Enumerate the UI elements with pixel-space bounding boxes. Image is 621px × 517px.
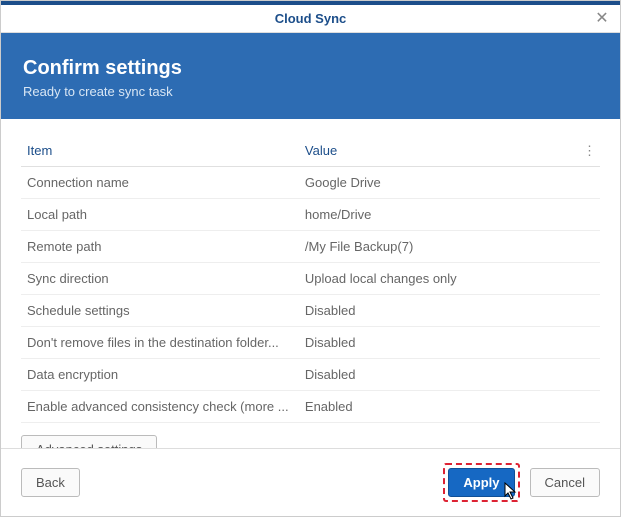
dialog-window: Cloud Sync ✕ Confirm settings Ready to c… [0, 0, 621, 517]
table-row: Data encryption Disabled [21, 359, 600, 391]
cancel-button[interactable]: Cancel [530, 468, 600, 497]
setting-value: Disabled [299, 295, 600, 327]
settings-table: Item Value ⋮ Connection name Google Driv… [21, 135, 600, 423]
table-row: Connection name Google Drive [21, 167, 600, 199]
footer: Back Apply Cancel [1, 448, 620, 516]
setting-value: Upload local changes only [299, 263, 600, 295]
header-subtitle: Ready to create sync task [23, 84, 598, 99]
setting-item: Enable advanced consistency check (more … [21, 391, 299, 423]
setting-item: Remote path [21, 231, 299, 263]
back-button[interactable]: Back [21, 468, 80, 497]
titlebar-title: Cloud Sync [275, 11, 347, 26]
setting-value: home/Drive [299, 199, 600, 231]
setting-value: Disabled [299, 327, 600, 359]
column-header-value[interactable]: Value ⋮ [299, 135, 600, 167]
setting-item: Schedule settings [21, 295, 299, 327]
advanced-settings-button[interactable]: Advanced settings [21, 435, 157, 448]
setting-item: Local path [21, 199, 299, 231]
table-row: Remote path /My File Backup(7) [21, 231, 600, 263]
column-header-value-label: Value [305, 143, 337, 158]
setting-value: Enabled [299, 391, 600, 423]
column-menu-icon[interactable]: ⋮ [583, 143, 596, 159]
apply-highlight: Apply [443, 463, 519, 502]
setting-value: /My File Backup(7) [299, 231, 600, 263]
column-header-item[interactable]: Item [21, 135, 299, 167]
table-row: Schedule settings Disabled [21, 295, 600, 327]
close-icon[interactable]: ✕ [594, 11, 610, 27]
setting-value: Disabled [299, 359, 600, 391]
table-row: Sync direction Upload local changes only [21, 263, 600, 295]
table-row: Enable advanced consistency check (more … [21, 391, 600, 423]
apply-button[interactable]: Apply [448, 468, 514, 497]
setting-item: Don't remove files in the destination fo… [21, 327, 299, 359]
content-area: Item Value ⋮ Connection name Google Driv… [1, 119, 620, 448]
advanced-row: Advanced settings [21, 423, 600, 448]
setting-item: Connection name [21, 167, 299, 199]
header: Confirm settings Ready to create sync ta… [1, 33, 620, 119]
table-row: Don't remove files in the destination fo… [21, 327, 600, 359]
setting-value: Google Drive [299, 167, 600, 199]
setting-item: Data encryption [21, 359, 299, 391]
titlebar: Cloud Sync ✕ [1, 1, 620, 33]
setting-item: Sync direction [21, 263, 299, 295]
table-row: Local path home/Drive [21, 199, 600, 231]
header-title: Confirm settings [23, 57, 598, 80]
